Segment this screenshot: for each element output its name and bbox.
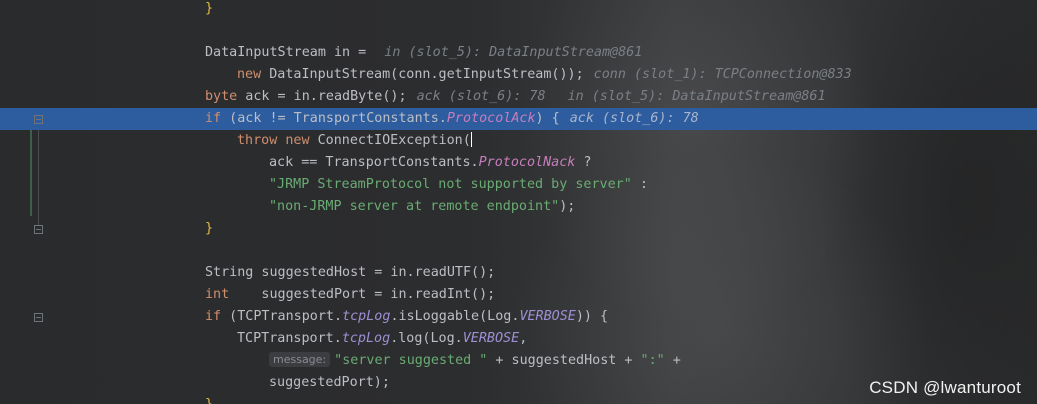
code-text: DataInputStream(conn.getInputStream());: [261, 67, 584, 82]
code-line[interactable]: }: [0, 0, 1037, 20]
code-text: .log(Log.: [390, 331, 463, 346]
current-execution-line[interactable]: if (ack != TransportConstants.ProtocolAc…: [0, 108, 1037, 130]
string-literal: ":": [640, 353, 665, 368]
code-text: );: [559, 199, 576, 214]
static-field: tcpLog: [341, 331, 391, 346]
code-editor[interactable]: } DataInputStream in = in (slot_5): Data…: [0, 0, 1037, 404]
code-line[interactable]: int suggestedPort = in.readInt();: [0, 284, 1037, 306]
code-line[interactable]: new DataInputStream(conn.getInputStream(…: [0, 64, 1037, 86]
code-text: (ack != TransportConstants.: [221, 111, 447, 126]
string-literal: "JRMP StreamProtocol not supported by se…: [269, 177, 632, 192]
code-line[interactable]: if (TCPTransport.tcpLog.isLoggable(Log.V…: [0, 306, 1037, 328]
static-field: VERBOSE: [462, 331, 520, 346]
code-line[interactable]: DataInputStream in = in (slot_5): DataIn…: [0, 42, 1037, 64]
code-line[interactable]: TCPTransport.tcpLog.log(Log.VERBOSE,: [0, 328, 1037, 350]
keyword: throw: [237, 133, 278, 148]
keyword: if: [205, 309, 222, 324]
code-text: + suggestedHost +: [487, 353, 641, 368]
code-line[interactable]: "non-JRMP server at remote endpoint");: [0, 196, 1037, 218]
text-caret: [470, 132, 472, 147]
static-field: ProtocolAck: [446, 111, 536, 126]
parameter-name-hint: message:: [269, 352, 331, 367]
code-text: ack = in.readByte();: [237, 89, 407, 104]
string-literal: "non-JRMP server at remote endpoint": [269, 199, 560, 214]
code-text: ack == TransportConstants.: [269, 155, 479, 170]
code-text: String suggestedHost = in.readUTF();: [205, 265, 496, 280]
fold-icon[interactable]: [34, 115, 43, 124]
closing-brace: }: [205, 221, 214, 236]
watermark: CSDN @lwanturoot: [869, 378, 1021, 397]
code-text: )) {: [575, 309, 609, 324]
code-line[interactable]: "JRMP StreamProtocol not supported by se…: [0, 174, 1037, 196]
closing-brace: }: [205, 1, 214, 16]
code-line[interactable]: String suggestedHost = in.readUTF();: [0, 262, 1037, 284]
code-line[interactable]: }: [0, 218, 1037, 240]
closing-brace: }: [205, 394, 213, 404]
code-text: .isLoggable(Log.: [390, 309, 520, 324]
code-text: suggestedPort);: [269, 375, 390, 390]
code-text: ) {: [535, 111, 560, 126]
static-field: VERBOSE: [519, 309, 576, 324]
inline-debug-value[interactable]: ack (slot_6): 78: [570, 111, 699, 126]
code-text: ,: [519, 331, 528, 346]
code-line[interactable]: ack == TransportConstants.ProtocolNack ?: [0, 152, 1037, 174]
code-text: ConnectIOException(: [309, 133, 471, 148]
static-field: ProtocolNack: [478, 155, 576, 170]
keyword: new: [285, 133, 310, 148]
inline-debug-value[interactable]: in (slot_5): DataInputStream@861: [568, 89, 826, 104]
string-literal: "server suggested ": [334, 353, 488, 368]
inline-debug-value[interactable]: in (slot_5): DataInputStream@861: [384, 45, 642, 60]
fold-icon[interactable]: [34, 313, 43, 322]
code-line[interactable]: message: "server suggested " + suggestedH…: [0, 350, 1037, 372]
static-field: tcpLog: [342, 309, 391, 324]
code-text: TCPTransport.: [237, 331, 342, 346]
code-text: (TCPTransport.: [221, 309, 343, 324]
keyword: int: [205, 287, 230, 302]
code-text: :: [631, 177, 648, 192]
code-text: ?: [575, 155, 592, 170]
keyword: new: [237, 67, 262, 82]
fold-icon[interactable]: [34, 225, 43, 234]
keyword: if: [205, 111, 222, 126]
keyword: byte: [205, 89, 238, 104]
inline-debug-value[interactable]: ack (slot_6): 78: [417, 89, 546, 104]
code-text: suggestedPort = in.readInt();: [229, 287, 496, 302]
code-text: +: [664, 353, 681, 368]
code-line[interactable]: throw new ConnectIOException(: [0, 130, 1037, 152]
code-text: DataInputStream in =: [205, 45, 375, 60]
code-line[interactable]: byte ack = in.readByte(); ack (slot_6): 7…: [0, 86, 1037, 108]
inline-debug-value[interactable]: conn (slot_1): TCPConnection@833: [594, 67, 852, 82]
